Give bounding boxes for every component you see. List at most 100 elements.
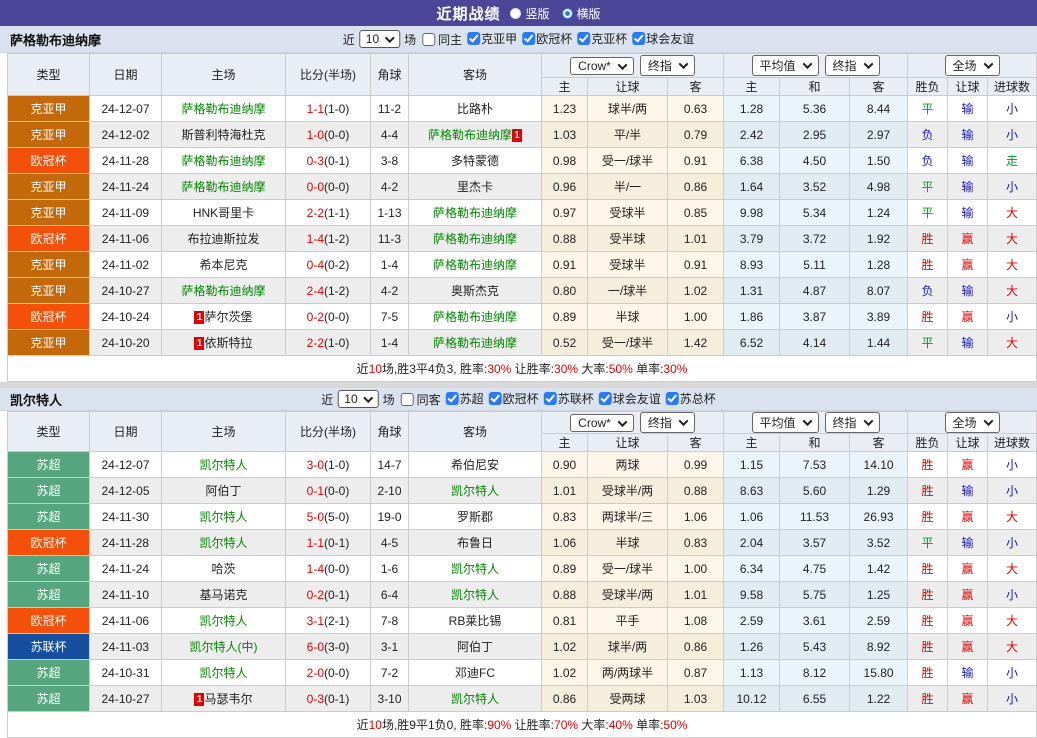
- handicap-result: 赢: [948, 226, 988, 252]
- home-team-name[interactable]: HNK哥里卡: [193, 206, 254, 220]
- away-team-name[interactable]: 凯尔特人: [451, 692, 499, 706]
- league-filter[interactable]: 苏总杯: [666, 390, 716, 407]
- match-count-select[interactable]: 10: [359, 30, 400, 48]
- away-team-name[interactable]: 阿伯丁: [457, 640, 493, 654]
- away-team-name[interactable]: 萨格勒布迪纳摩: [433, 310, 517, 324]
- goals-result: 小: [988, 122, 1037, 148]
- checkbox-checked-icon[interactable]: [467, 32, 480, 45]
- final-odds-dropdown[interactable]: 终指: [825, 55, 880, 76]
- fulltime-score: 1-4: [307, 562, 324, 576]
- home-team-name[interactable]: 萨格勒布迪纳摩: [181, 154, 265, 168]
- table-footer: 近10场,胜3平4负3, 胜率:30% 让胜率:30% 大率:50% 单率:30…: [8, 356, 1037, 382]
- away-team-cell: 里杰卡: [409, 174, 542, 200]
- odds-source-dropdown[interactable]: Crow*: [570, 414, 634, 432]
- radio-icon[interactable]: [510, 8, 521, 19]
- away-team-name[interactable]: 罗斯郡: [457, 510, 493, 524]
- home-team-name[interactable]: 希本尼克: [199, 258, 247, 272]
- handicap-odds: 0.52: [542, 330, 588, 356]
- home-team-name[interactable]: 基马诺克: [199, 588, 247, 602]
- home-team-name[interactable]: 哈茨: [211, 562, 235, 576]
- away-team-name[interactable]: 多特蒙德: [451, 154, 499, 168]
- fulltime-score: 2-2: [307, 336, 324, 350]
- horizontal-layout-option[interactable]: 横版: [562, 5, 601, 22]
- league-filter[interactable]: 球会友谊: [632, 30, 694, 47]
- same-venue-checkbox[interactable]: [422, 33, 435, 46]
- league-filter[interactable]: 球会友谊: [599, 390, 661, 407]
- checkbox-checked-icon[interactable]: [489, 392, 502, 405]
- odds-source-dropdown[interactable]: Crow*: [570, 57, 634, 75]
- fulltime-score: 0-3: [307, 154, 324, 168]
- away-team-cell: 凯尔特人: [409, 686, 542, 712]
- away-team-name[interactable]: 萨格勒布迪纳摩: [433, 232, 517, 246]
- outcome-result: 负: [908, 148, 948, 174]
- checkbox-checked-icon[interactable]: [446, 392, 459, 405]
- home-team-name[interactable]: 萨尔茨堡: [204, 310, 252, 324]
- checkbox-checked-icon[interactable]: [599, 392, 612, 405]
- handicap-result: 输: [948, 148, 988, 174]
- home-team-name[interactable]: 凯尔特人: [199, 458, 247, 472]
- away-team-name[interactable]: 奥斯杰克: [451, 284, 499, 298]
- home-team-name[interactable]: 凯尔特人: [199, 614, 247, 628]
- league-filter[interactable]: 克亚杯: [577, 30, 627, 47]
- away-team-name[interactable]: 里杰卡: [457, 180, 493, 194]
- match-count-select[interactable]: 10: [337, 390, 378, 408]
- home-team-name[interactable]: 萨格勒布迪纳摩: [181, 284, 265, 298]
- away-team-name[interactable]: 萨格勒布迪纳摩: [433, 336, 517, 350]
- scope-dropdown[interactable]: 全场: [945, 412, 1000, 433]
- fulltime-score: 0-3: [307, 692, 324, 706]
- checkbox-checked-icon[interactable]: [577, 32, 590, 45]
- away-team-name[interactable]: 凯尔特人: [451, 588, 499, 602]
- league-filter[interactable]: 苏联杯: [544, 390, 594, 407]
- home-team-name[interactable]: 萨格勒布迪纳摩: [181, 102, 265, 116]
- average-dropdown[interactable]: 平均值: [752, 412, 819, 433]
- home-team-cell: 凯尔特人: [162, 608, 286, 634]
- average-odds: 1.22: [850, 686, 908, 712]
- checkbox-checked-icon[interactable]: [544, 392, 557, 405]
- league-filter[interactable]: 欧冠杯: [522, 30, 572, 47]
- vertical-layout-option[interactable]: 竖版: [510, 5, 549, 22]
- home-team-name[interactable]: 依斯特拉: [204, 336, 252, 350]
- away-team-name[interactable]: RB莱比锡: [449, 614, 502, 628]
- away-team-name[interactable]: 萨格勒布迪纳摩: [433, 206, 517, 220]
- checkbox-checked-icon[interactable]: [666, 392, 679, 405]
- home-team-name[interactable]: 凯尔特人: [199, 510, 247, 524]
- fulltime-score: 0-2: [307, 310, 324, 324]
- final-odds-dropdown[interactable]: 终指: [825, 412, 880, 433]
- home-team-name[interactable]: 凯尔特人: [199, 666, 247, 680]
- summary-row: 近10场,胜9平1负0, 胜率:90% 让胜率:70% 大率:40% 单率:50…: [8, 712, 1037, 738]
- away-team-name[interactable]: 萨格勒布迪纳摩: [433, 258, 517, 272]
- home-team-name[interactable]: 萨格勒布迪纳摩: [181, 180, 265, 194]
- average-odds: 1.15: [724, 452, 780, 478]
- checkbox-checked-icon[interactable]: [632, 32, 645, 45]
- same-venue-checkbox[interactable]: [401, 393, 414, 406]
- away-team-name[interactable]: 布鲁日: [457, 536, 493, 550]
- away-team-name[interactable]: 比路朴: [457, 102, 493, 116]
- league-filter[interactable]: 克亚甲: [467, 30, 517, 47]
- home-team-name[interactable]: 凯尔特人: [199, 536, 247, 550]
- average-odds: 2.59: [850, 608, 908, 634]
- league-filter[interactable]: 苏超: [446, 390, 484, 407]
- home-team-name[interactable]: 斯普利特海杜克: [181, 128, 265, 142]
- handicap-odds: 受球半/两: [588, 582, 668, 608]
- radio-checked-icon[interactable]: [562, 8, 573, 19]
- chevron-down-icon: [863, 59, 873, 69]
- away-team-name[interactable]: 凯尔特人: [451, 562, 499, 576]
- away-team-name[interactable]: 希伯尼安: [451, 458, 499, 472]
- home-team-name[interactable]: 凯尔特人(中): [190, 640, 258, 654]
- home-team-name[interactable]: 阿伯丁: [205, 484, 241, 498]
- away-team-name[interactable]: 萨格勒布迪纳摩: [428, 128, 512, 142]
- checkbox-checked-icon[interactable]: [522, 32, 535, 45]
- league-badge: 欧冠杯: [8, 148, 90, 174]
- final-odds-dropdown[interactable]: 终指: [640, 412, 695, 433]
- home-team-name[interactable]: 布拉迪斯拉发: [187, 232, 259, 246]
- average-dropdown[interactable]: 平均值: [752, 55, 819, 76]
- away-team-name[interactable]: 凯尔特人: [451, 484, 499, 498]
- table-row: 苏超24-11-10基马诺克0-2(0-1)6-4凯尔特人0.88受球半/两1.…: [8, 582, 1037, 608]
- summary-segment: 10: [369, 362, 382, 376]
- subcol-draw-avg: 和: [780, 434, 850, 452]
- league-filter[interactable]: 欧冠杯: [489, 390, 539, 407]
- final-odds-dropdown[interactable]: 终指: [640, 55, 695, 76]
- home-team-name[interactable]: 马瑟韦尔: [204, 692, 252, 706]
- scope-dropdown[interactable]: 全场: [945, 55, 1000, 76]
- away-team-name[interactable]: 邓迪FC: [455, 666, 495, 680]
